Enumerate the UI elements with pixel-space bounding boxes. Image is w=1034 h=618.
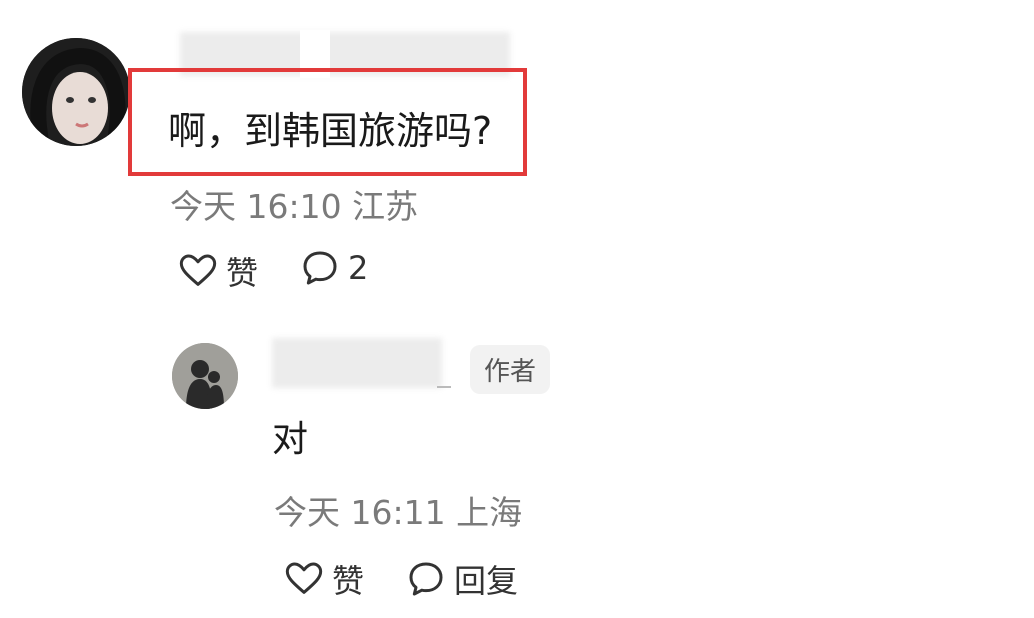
author-name-blurred (272, 338, 442, 388)
heart-outline-icon (285, 562, 323, 594)
comment-like-button[interactable]: 赞 (178, 248, 258, 294)
reply-like-button[interactable]: 赞 (284, 556, 364, 602)
reply-button-label: 回复 (454, 562, 519, 600)
reply-like-label: 赞 (332, 562, 365, 600)
speech-bubble-icon (303, 251, 337, 285)
comment-reply-count: 2 (348, 249, 369, 287)
author-badge: 作者 (470, 345, 551, 394)
avatar-photo (22, 38, 130, 146)
reply-meta: 今天 16:11 上海 (274, 493, 523, 532)
heart-outline-icon (179, 254, 217, 286)
reply-text: 对 (272, 419, 309, 460)
speech-bubble-icon (409, 562, 443, 596)
author-avatar[interactable] (172, 343, 238, 409)
comment-meta: 今天 16:10 江苏 (170, 187, 419, 226)
commenter-avatar[interactable] (22, 38, 130, 146)
comment-reply-count-button[interactable]: 2 (300, 248, 368, 288)
reply-button[interactable]: 回复 (406, 556, 518, 602)
author-avatar-photo (172, 343, 238, 409)
comment-like-label: 赞 (226, 254, 259, 292)
comment-text: 啊，到韩国旅游吗? (168, 109, 493, 153)
author-name-underscore (437, 386, 451, 388)
